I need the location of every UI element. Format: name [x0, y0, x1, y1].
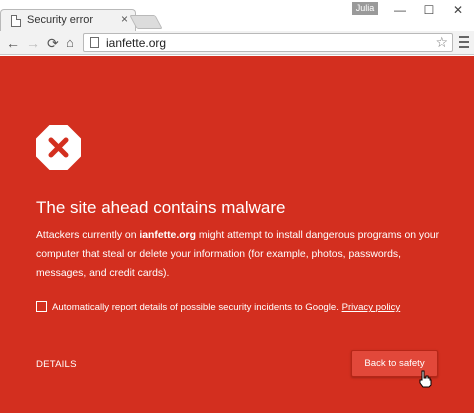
report-label: Automatically report details of possible…	[52, 302, 339, 313]
tab-security-error[interactable]: Security error ×	[0, 9, 136, 31]
bookmark-star-icon[interactable]: ☆	[435, 34, 448, 51]
title-bar: Security error × Julia — ☐ ✕	[0, 0, 474, 31]
forward-arrow-icon[interactable]: →	[26, 34, 40, 52]
page-info-icon[interactable]	[90, 37, 99, 48]
tab-close-icon[interactable]: ×	[121, 12, 128, 26]
maximize-button[interactable]: ☐	[414, 0, 444, 20]
report-row: Automatically report details of possible…	[36, 301, 400, 313]
hand-cursor-icon	[419, 370, 432, 388]
alert-x-icon	[36, 125, 81, 170]
warning-paragraph: Attackers currently on ianfette.org migh…	[36, 226, 446, 283]
reload-icon[interactable]: ⟳	[47, 34, 59, 52]
paragraph-site: ianfette.org	[139, 230, 196, 241]
paragraph-prefix: Attackers currently on	[36, 230, 140, 241]
privacy-policy-link[interactable]: Privacy policy	[342, 302, 401, 313]
profile-badge[interactable]: Julia	[352, 2, 378, 15]
back-arrow-icon[interactable]: ←	[6, 34, 20, 52]
malware-interstitial: The site ahead contains malware Attacker…	[0, 56, 474, 413]
details-link[interactable]: DETAILS	[36, 359, 77, 370]
browser-toolbar: ← → ⟳ ⌂ ianfette.org ☆	[0, 31, 474, 55]
address-url[interactable]: ianfette.org	[106, 36, 166, 50]
minimize-button[interactable]: —	[385, 0, 415, 20]
home-icon[interactable]: ⌂	[66, 34, 74, 52]
close-window-button[interactable]: ✕	[443, 0, 473, 20]
page-icon	[11, 15, 21, 27]
report-checkbox[interactable]	[36, 301, 47, 312]
tab-title: Security error	[27, 14, 94, 26]
menu-hamburger-icon[interactable]	[459, 36, 469, 51]
warning-heading: The site ahead contains malware	[36, 198, 286, 217]
address-bar[interactable]: ianfette.org ☆	[83, 33, 453, 52]
